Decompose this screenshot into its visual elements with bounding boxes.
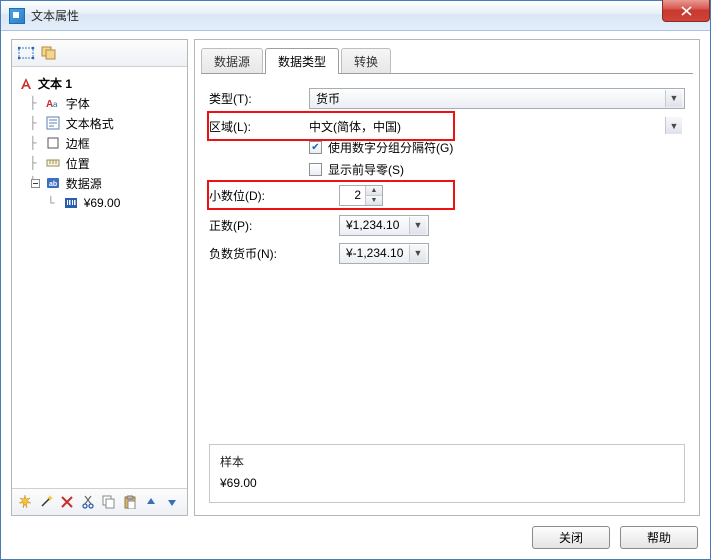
dialog-window: 文本属性 bbox=[0, 0, 711, 560]
content-area: 文本 1 ├ Aa 字体 ├ 文本格式 bbox=[1, 31, 710, 559]
region-dropdown[interactable]: ▼ bbox=[309, 115, 685, 136]
leading-zero-checkbox[interactable] bbox=[309, 163, 322, 176]
tree-item-datasource-value[interactable]: └ ¥69.00 bbox=[16, 193, 183, 213]
negative-value: ¥-1,234.10 bbox=[346, 246, 403, 260]
group-sep-label: 使用数字分组分隔符(G) bbox=[328, 139, 453, 156]
positive-dropdown[interactable]: ¥1,234.10 ▼ bbox=[339, 215, 429, 236]
wand-icon[interactable] bbox=[37, 493, 55, 511]
tree-item-position[interactable]: ├ 位置 bbox=[16, 153, 183, 173]
titlebar: 文本属性 bbox=[1, 1, 710, 31]
paragraph-icon bbox=[46, 115, 62, 131]
spinner-up-icon[interactable]: ▲ bbox=[366, 186, 382, 196]
negative-dropdown[interactable]: ¥-1,234.10 ▼ bbox=[339, 243, 429, 264]
chevron-down-icon: ▼ bbox=[665, 90, 682, 107]
row-type: 类型(T): 货币 ▼ bbox=[209, 85, 685, 111]
chevron-down-icon: ▼ bbox=[665, 117, 682, 134]
cut-icon[interactable] bbox=[79, 493, 97, 511]
delete-icon[interactable] bbox=[58, 493, 76, 511]
row-decimals: 小数位(D): ▲ ▼ bbox=[209, 182, 685, 208]
tab-transform[interactable]: 转换 bbox=[341, 48, 391, 74]
tabs: 数据源 数据类型 转换 bbox=[195, 40, 699, 74]
text-a-icon bbox=[18, 75, 34, 91]
move-down-icon[interactable] bbox=[163, 493, 181, 511]
chevron-down-icon: ▼ bbox=[409, 217, 426, 234]
ruler-icon bbox=[46, 155, 62, 171]
help-button[interactable]: 帮助 bbox=[620, 526, 698, 549]
tree-item-font[interactable]: ├ Aa 字体 bbox=[16, 93, 183, 113]
row-group-separator: ✔ 使用数字分组分隔符(G) bbox=[209, 136, 685, 158]
form-area: 类型(T): 货币 ▼ 区域(L): 中文(简体，中国) ▼ bbox=[195, 75, 699, 515]
toolbar-select-icon[interactable] bbox=[18, 44, 36, 62]
property-tree: 文本 1 ├ Aa 字体 ├ 文本格式 bbox=[12, 67, 187, 488]
paste-icon[interactable] bbox=[121, 493, 139, 511]
right-panel: 数据源 数据类型 转换 类型(T): 货币 ▼ 区域(L): bbox=[194, 39, 700, 516]
spinner-down-icon[interactable]: ▼ bbox=[366, 196, 382, 205]
move-up-icon[interactable] bbox=[142, 493, 160, 511]
row-positive: 正数(P): ¥1,234.10 ▼ bbox=[209, 212, 685, 238]
footer: 关闭 帮助 bbox=[11, 516, 700, 549]
positive-value: ¥1,234.10 bbox=[346, 218, 399, 232]
window-title: 文本属性 bbox=[31, 7, 79, 24]
type-dropdown[interactable]: 货币 ▼ bbox=[309, 88, 685, 109]
negative-label: 负数货币(N): bbox=[209, 245, 339, 262]
group-sep-checkbox[interactable]: ✔ bbox=[309, 141, 322, 154]
panes: 文本 1 ├ Aa 字体 ├ 文本格式 bbox=[11, 39, 700, 516]
svg-text:ab: ab bbox=[49, 181, 57, 188]
barcode-icon bbox=[64, 195, 80, 211]
new-icon[interactable] bbox=[16, 493, 34, 511]
datasource-icon: ab bbox=[46, 175, 62, 191]
chevron-down-icon: ▼ bbox=[409, 245, 426, 262]
row-leading-zero: 显示前导零(S) bbox=[209, 158, 685, 180]
sample-value: ¥69.00 bbox=[220, 476, 674, 490]
tab-datasource[interactable]: 数据源 bbox=[201, 48, 263, 74]
positive-label: 正数(P): bbox=[209, 217, 339, 234]
bottom-toolbar bbox=[12, 488, 187, 515]
border-icon bbox=[46, 135, 62, 151]
decimals-spinner[interactable]: ▲ ▼ bbox=[339, 185, 383, 206]
sample-box: 样本 ¥69.00 bbox=[209, 444, 685, 503]
tree-root-label: 文本 1 bbox=[38, 75, 72, 92]
svg-text:a: a bbox=[53, 100, 58, 109]
type-label: 类型(T): bbox=[209, 90, 309, 107]
close-icon bbox=[681, 6, 692, 16]
tree-item-textformat[interactable]: ├ 文本格式 bbox=[16, 113, 183, 133]
close-dialog-button[interactable]: 关闭 bbox=[532, 526, 610, 549]
expand-icon[interactable] bbox=[30, 179, 42, 188]
left-toolbar bbox=[12, 40, 187, 67]
close-button[interactable] bbox=[662, 0, 710, 22]
copy-icon[interactable] bbox=[100, 493, 118, 511]
left-panel: 文本 1 ├ Aa 字体 ├ 文本格式 bbox=[11, 39, 188, 516]
tree-item-datasource[interactable]: └ ab 数据源 bbox=[16, 173, 183, 193]
tree-root[interactable]: 文本 1 bbox=[16, 73, 183, 93]
row-negative: 负数货币(N): ¥-1,234.10 ▼ bbox=[209, 240, 685, 266]
sample-title: 样本 bbox=[220, 453, 674, 470]
toolbar-copy-icon[interactable] bbox=[40, 44, 58, 62]
leading-zero-label: 显示前导零(S) bbox=[328, 161, 404, 178]
font-aa-icon: Aa bbox=[46, 95, 62, 111]
type-value: 货币 bbox=[316, 90, 340, 107]
decimals-label: 小数位(D): bbox=[209, 187, 339, 204]
app-icon bbox=[9, 8, 25, 24]
tab-datatype[interactable]: 数据类型 bbox=[265, 48, 339, 74]
tree-item-border[interactable]: ├ 边框 bbox=[16, 133, 183, 153]
